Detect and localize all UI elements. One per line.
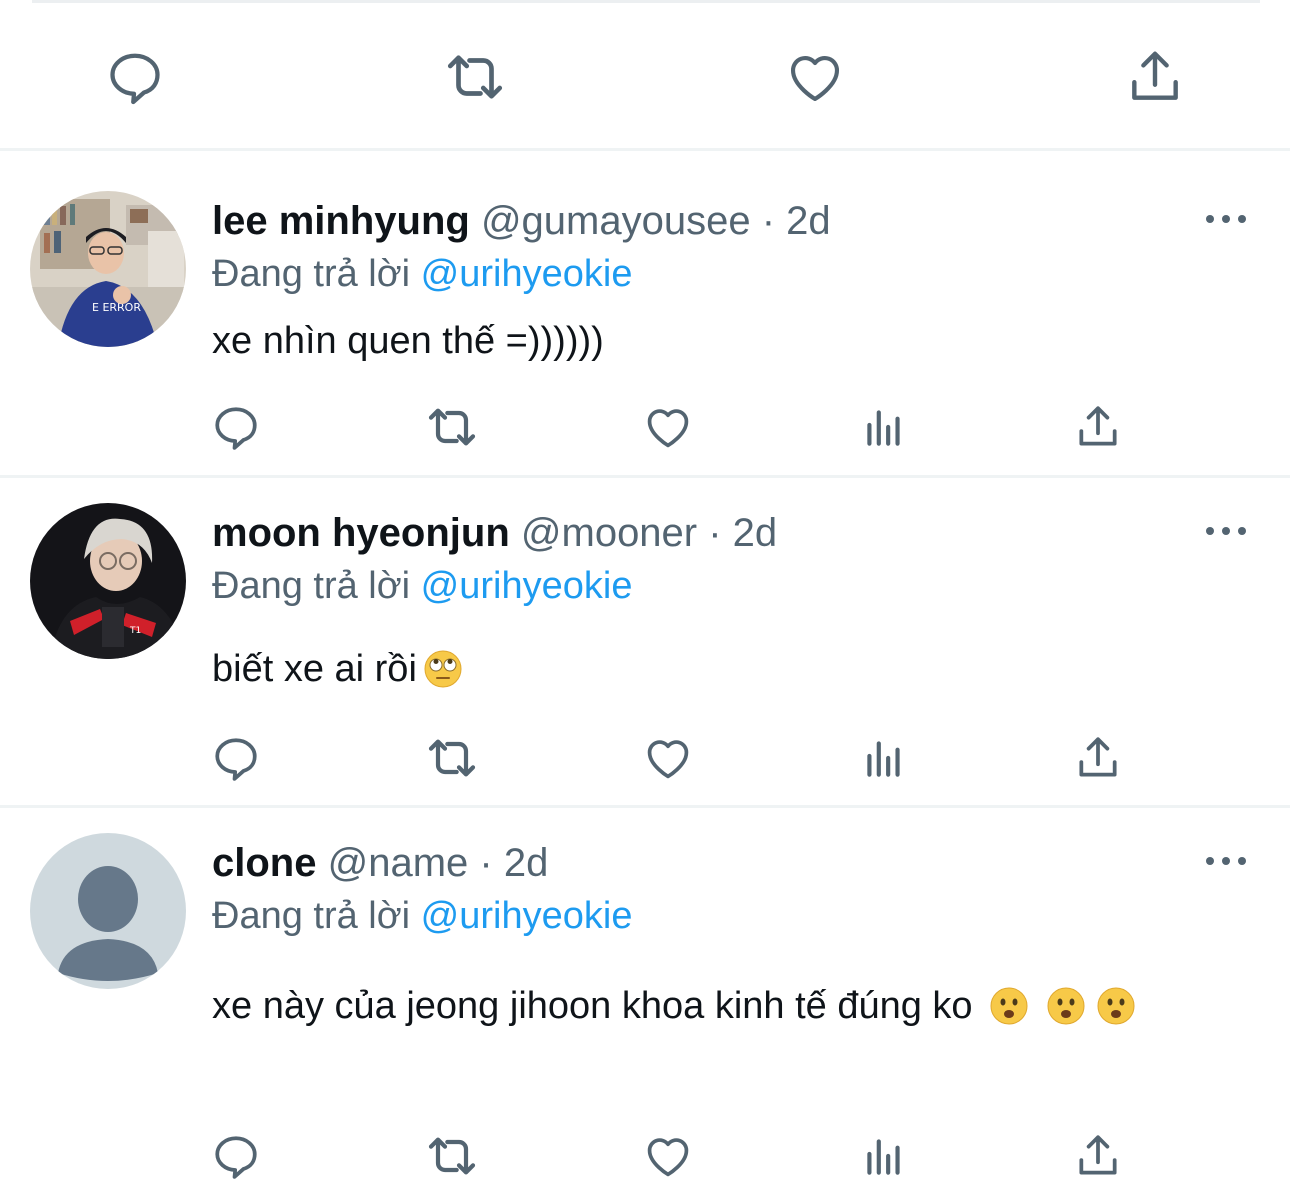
retweet-button[interactable] (440, 42, 510, 112)
retweet-button[interactable] (422, 1126, 482, 1186)
reply-tweet[interactable]: clone @name · 2d Đang trả lời @urihyeoki… (0, 808, 1290, 1202)
reply-button[interactable] (206, 728, 266, 788)
mention-link[interactable]: @urihyeokie (421, 895, 633, 937)
tweet-action-bar (0, 0, 1290, 150)
user-handle[interactable]: @name (328, 841, 469, 885)
default-avatar-icon (30, 833, 186, 989)
replying-label: Đang trả lời (212, 565, 411, 607)
user-handle[interactable]: @mooner (521, 511, 697, 555)
replying-to: Đang trả lời @urihyeokie (212, 248, 1180, 300)
reply-icon (215, 738, 257, 781)
more-dot (1222, 527, 1230, 535)
retweet-button[interactable] (422, 728, 482, 788)
analytics-button[interactable] (854, 1126, 914, 1186)
timestamp[interactable]: 2d (504, 841, 549, 885)
reply-header: clone @name · 2d (212, 836, 1180, 890)
replying-to: Đang trả lời @urihyeokie (212, 890, 1180, 942)
separator-dot: · (468, 841, 504, 885)
tweet-text-container: xe này của jeong jihoon khoa kinh tế đún… (212, 972, 1180, 1040)
avatar[interactable]: E ERROR (30, 191, 186, 347)
retweet-icon (428, 739, 476, 777)
display-name[interactable]: clone (212, 841, 316, 885)
timestamp[interactable]: 2d (786, 199, 831, 243)
retweet-icon (447, 55, 503, 99)
like-button[interactable] (638, 1126, 698, 1186)
like-button[interactable] (780, 42, 850, 112)
tweet-action-bar (0, 1126, 1290, 1186)
like-icon (790, 55, 840, 102)
retweet-button[interactable] (422, 397, 482, 457)
tweet-text-container: biết xe ai rồi (212, 642, 1180, 696)
display-name[interactable]: moon hyeonjun (212, 511, 510, 555)
like-button[interactable] (638, 728, 698, 788)
more-options-button[interactable] (1206, 851, 1246, 871)
share-button[interactable] (1120, 42, 1190, 112)
share-button[interactable] (1068, 397, 1128, 457)
mention-link[interactable]: @urihyeokie (421, 253, 633, 295)
more-dot (1238, 527, 1246, 535)
replying-label: Đang trả lời (212, 253, 411, 295)
reply-tweet[interactable]: E ERROR lee minhyung @gumayousee · 2d Đa… (0, 151, 1290, 476)
separator-dot: · (750, 199, 787, 243)
reply-header: moon hyeonjun @mooner · 2d (212, 506, 1180, 560)
tweet-text: xe này của jeong jihoon khoa kinh tế đún… (212, 985, 973, 1027)
separator-dot: · (697, 511, 733, 555)
frowning-face-emoji-icon (990, 987, 1028, 1025)
reply-icon (110, 53, 160, 105)
share-button[interactable] (1068, 728, 1128, 788)
reply-button[interactable] (100, 42, 170, 112)
like-icon (647, 1138, 689, 1177)
retweet-icon (428, 408, 476, 446)
more-dot (1222, 215, 1230, 223)
more-dot (1206, 527, 1214, 535)
tweet-text: xe nhìn quen thế =)))))) (212, 320, 604, 362)
more-dot (1206, 857, 1214, 865)
replying-to: Đang trả lời @urihyeokie (212, 560, 1180, 612)
reply-button[interactable] (206, 397, 266, 457)
analytics-icon (867, 1139, 900, 1175)
frowning-face-emoji-icon (1097, 987, 1135, 1025)
svg-text:T1: T1 (129, 626, 141, 636)
timestamp[interactable]: 2d (733, 511, 778, 555)
mention-link[interactable]: @urihyeokie (421, 565, 633, 607)
reply-icon (215, 1136, 257, 1179)
reply-button[interactable] (206, 1126, 266, 1186)
avatar[interactable] (30, 833, 186, 989)
more-options-button[interactable] (1206, 209, 1246, 229)
reply-icon (215, 407, 257, 450)
photo-avatar: E ERROR (30, 191, 186, 347)
user-handle[interactable]: @gumayousee (481, 199, 751, 243)
more-dot (1222, 857, 1230, 865)
like-icon (647, 740, 689, 779)
display-name[interactable]: lee minhyung (212, 199, 470, 243)
reply-tweet[interactable]: T1 moon hyeonjun @mooner · 2d Đang trả l… (0, 478, 1290, 805)
more-options-button[interactable] (1206, 521, 1246, 541)
avatar[interactable]: T1 (30, 503, 186, 659)
analytics-icon (867, 741, 900, 777)
reply-header: lee minhyung @gumayousee · 2d (212, 194, 1180, 248)
retweet-icon (428, 1137, 476, 1175)
more-dot (1206, 215, 1214, 223)
frowning-face-emoji-icon (1047, 987, 1085, 1025)
photo-avatar: T1 (30, 503, 186, 659)
like-button[interactable] (638, 397, 698, 457)
tweet-text: biết xe ai rồi (212, 648, 417, 690)
share-icon (1079, 406, 1117, 446)
share-icon (1079, 737, 1117, 777)
analytics-button[interactable] (854, 728, 914, 788)
analytics-button[interactable] (854, 397, 914, 457)
share-icon (1132, 51, 1178, 100)
analytics-icon (867, 410, 900, 446)
share-button[interactable] (1068, 1126, 1128, 1186)
tweet-action-bar (0, 397, 1290, 457)
share-icon (1079, 1135, 1117, 1175)
more-dot (1238, 215, 1246, 223)
svg-text:E ERROR: E ERROR (92, 301, 141, 314)
tweet-action-bar (0, 728, 1290, 788)
replying-label: Đang trả lời (212, 895, 411, 937)
more-dot (1238, 857, 1246, 865)
rolling-eyes-emoji-icon (424, 650, 462, 688)
like-icon (647, 409, 689, 448)
